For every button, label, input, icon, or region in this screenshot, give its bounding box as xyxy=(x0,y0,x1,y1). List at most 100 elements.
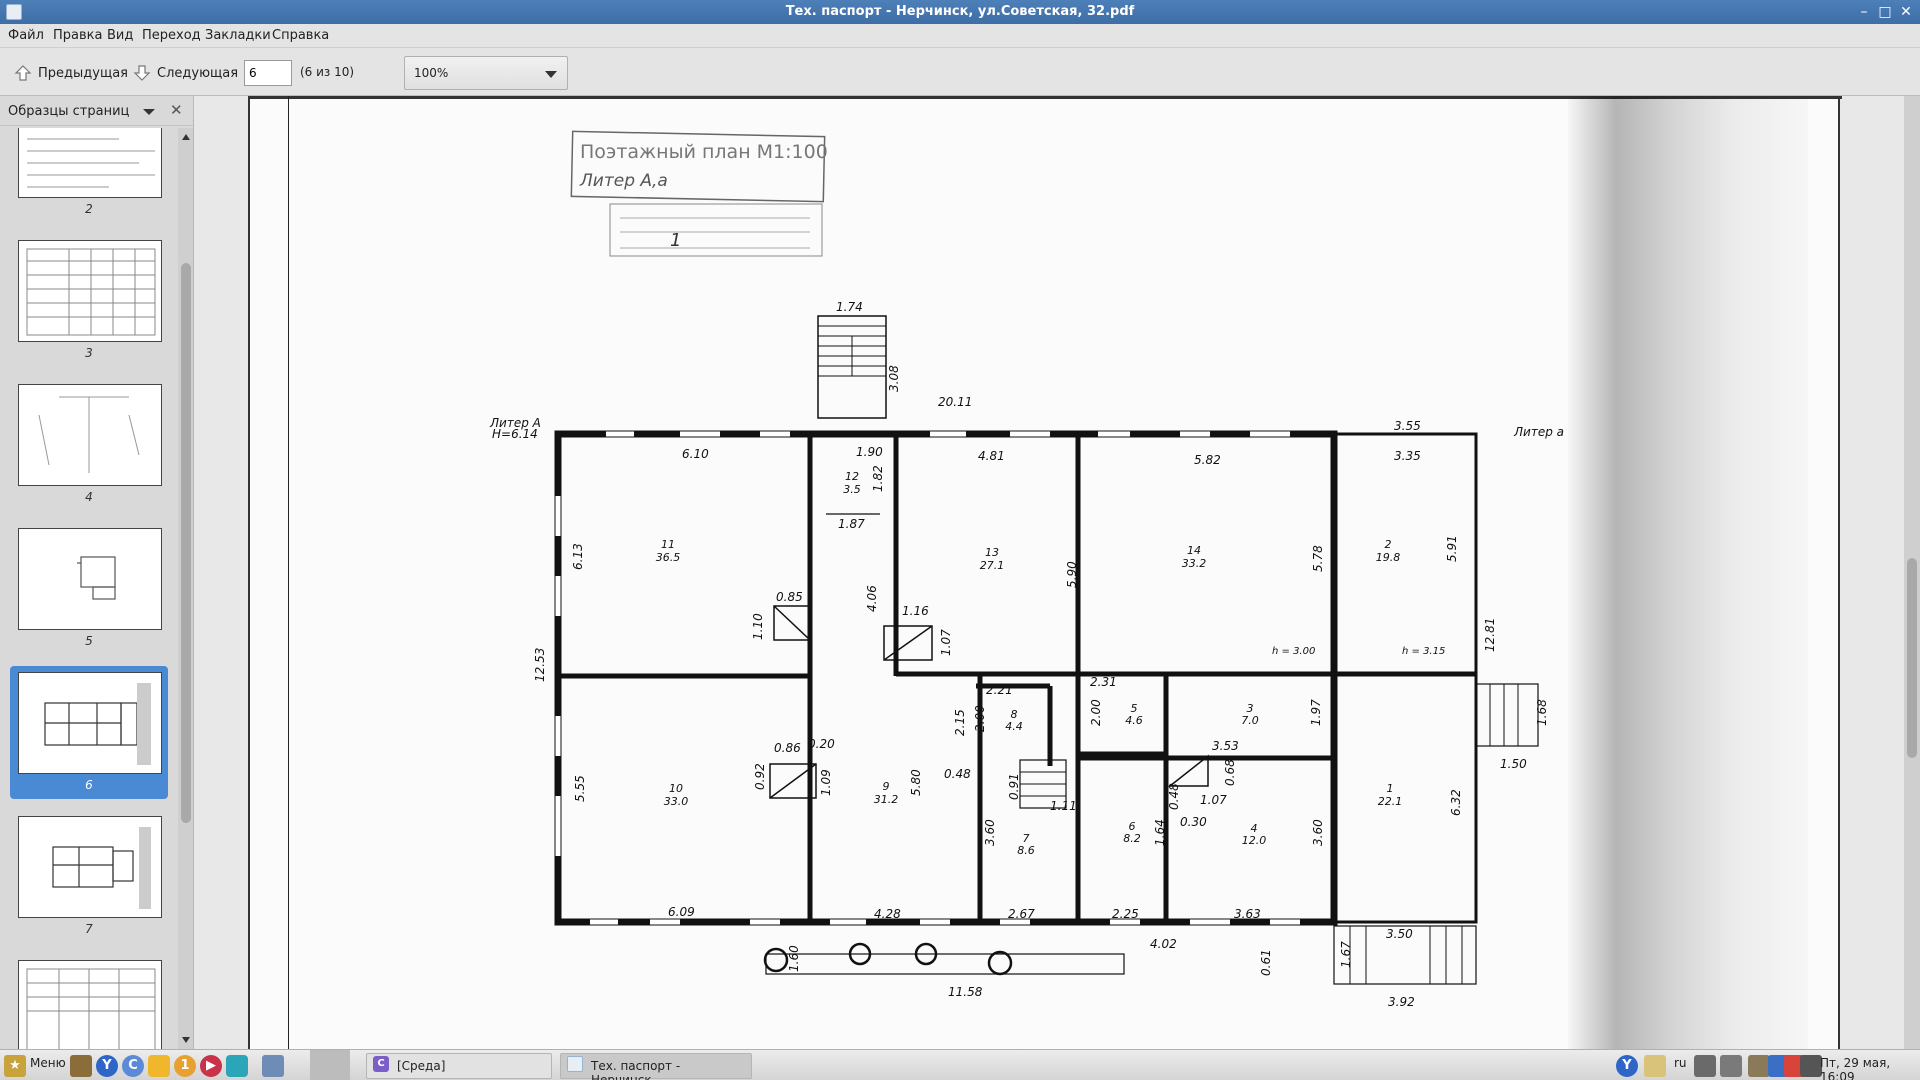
dim-label: 1.90 xyxy=(856,445,883,459)
room-area: 4.6 xyxy=(1125,714,1143,727)
dim-label: 5.82 xyxy=(1194,453,1221,467)
thumbnail-page-2[interactable]: 2 xyxy=(10,128,168,223)
dim-label: 2.00 xyxy=(973,705,987,732)
dim-label: 5.90 xyxy=(1065,561,1079,588)
room-area: 12.0 xyxy=(1242,834,1267,847)
dim-label: 1.64 xyxy=(1153,819,1167,846)
menu-bookmarks[interactable]: Закладки xyxy=(205,28,271,43)
network-icon[interactable] xyxy=(1694,1055,1716,1077)
sidebar-dropdown-icon[interactable] xyxy=(143,109,155,115)
workspace-switcher[interactable] xyxy=(310,1050,350,1080)
notes-icon[interactable] xyxy=(148,1055,170,1077)
dim-label: 0.20 xyxy=(808,737,835,751)
window-title: Тех. паспорт - Нерчинск, ул.Советская, 3… xyxy=(785,4,1135,19)
minimize-button[interactable]: – xyxy=(1855,3,1873,21)
start-menu-label[interactable]: Меню xyxy=(30,1056,66,1070)
thumbnail-image xyxy=(18,672,162,774)
menu-go[interactable]: Переход xyxy=(142,28,201,43)
room-area: 8.2 xyxy=(1123,832,1141,845)
dim-label: 1.07 xyxy=(939,629,953,656)
arrow-up-icon xyxy=(14,65,32,81)
start-menu-icon[interactable]: ★ xyxy=(4,1055,26,1077)
thumbnail-page-7[interactable]: 7 xyxy=(10,810,168,943)
dim-label: 5.55 xyxy=(573,775,587,802)
scrollbar-thumb[interactable] xyxy=(1907,558,1917,758)
room-number: 13 xyxy=(985,546,999,559)
room-number: 9 xyxy=(883,780,890,793)
room-area: 31.2 xyxy=(874,793,899,806)
thumbnail-image xyxy=(18,384,162,486)
thumbnail-page-6[interactable]: 6 xyxy=(10,666,168,799)
close-sidebar-icon[interactable]: ✕ xyxy=(170,101,183,119)
zoom-select[interactable]: 100% xyxy=(404,56,568,90)
yandex-browser-icon[interactable]: Y xyxy=(96,1055,118,1077)
thumbnail-page-8[interactable] xyxy=(10,954,168,1049)
room-number: 11 xyxy=(661,538,675,551)
menu-edit[interactable]: Правка xyxy=(53,28,102,43)
volume-icon[interactable] xyxy=(1720,1055,1742,1077)
stamp-number: 1 xyxy=(670,230,681,251)
thumbnail-image xyxy=(18,960,162,1049)
previous-page-label: Предыдущая xyxy=(38,65,128,81)
app-c-icon: C xyxy=(373,1056,389,1072)
sidebar-scrollbar[interactable] xyxy=(178,128,193,1049)
next-page-button[interactable]: Следующая xyxy=(133,62,238,84)
scroll-up-icon[interactable] xyxy=(182,134,190,140)
window-titlebar: Тех. паспорт - Нерчинск, ул.Советская, 3… xyxy=(0,0,1920,24)
menu-file[interactable]: Файл xyxy=(8,28,44,43)
stamp-liter: Литер А,а xyxy=(579,171,668,191)
chromium-icon[interactable]: C xyxy=(122,1055,144,1077)
dim-label: 4.02 xyxy=(1150,937,1177,951)
dim-label: 0.91 xyxy=(1007,773,1021,800)
scrollbar-thumb[interactable] xyxy=(181,263,191,823)
hand-tool-icon[interactable] xyxy=(226,1055,248,1077)
file-manager-icon[interactable] xyxy=(70,1055,92,1077)
taskbar-task-sreda[interactable]: C [Среда] xyxy=(366,1053,552,1079)
room-area: 22.1 xyxy=(1378,795,1403,808)
dim-label: 3.35 xyxy=(1394,449,1421,463)
dim-label: 3.63 xyxy=(1234,907,1261,921)
room-number: 2 xyxy=(1385,538,1392,551)
thumbnail-page-3[interactable]: 3 xyxy=(10,234,168,367)
close-button[interactable]: ✕ xyxy=(1897,3,1915,21)
show-desktop-icon[interactable] xyxy=(262,1055,284,1077)
menu-help[interactable]: Справка xyxy=(272,28,329,43)
previous-page-button[interactable]: Предыдущая xyxy=(14,62,128,84)
dim-label: 1.82 xyxy=(871,465,885,492)
dim-label: 3.60 xyxy=(1311,819,1325,846)
maximize-button[interactable]: □ xyxy=(1876,3,1894,21)
dim-label: h = 3.00 xyxy=(1272,646,1315,657)
dim-label: 3.53 xyxy=(1212,739,1239,753)
dim-label: 5.80 xyxy=(909,769,923,796)
menu-view[interactable]: Вид xyxy=(107,28,133,43)
clipboard-icon[interactable] xyxy=(1748,1055,1770,1077)
document-scrollbar[interactable] xyxy=(1904,96,1920,1049)
1c-icon[interactable]: 1 xyxy=(174,1055,196,1077)
dim-label: 0.92 xyxy=(753,763,767,790)
page-number-input[interactable] xyxy=(244,60,292,86)
room-area: 19.8 xyxy=(1376,551,1401,564)
document-viewer[interactable]: Поэтажный план М1:100 Литер А,а 1 Литер … xyxy=(194,96,1920,1049)
dim-label: 2.67 xyxy=(1008,907,1035,921)
dim-label: 3.92 xyxy=(1388,995,1415,1009)
dim-label: 1.11 xyxy=(1050,799,1077,813)
dim-label: 3.50 xyxy=(1386,927,1413,941)
clock[interactable]: Пт, 29 мая, 16:09 xyxy=(1820,1056,1920,1080)
dim-label: 0.48 xyxy=(1167,783,1181,810)
display-icon[interactable] xyxy=(1800,1055,1822,1077)
taskbar-task-pdf[interactable]: Тех. паспорт - Нерчинск, ... xyxy=(560,1053,752,1080)
room-number: 1 xyxy=(1387,782,1394,795)
yandex-tray-icon[interactable]: Y xyxy=(1616,1055,1638,1077)
keyboard-layout[interactable]: ru xyxy=(1674,1056,1687,1070)
thumbnail-page-5[interactable]: 5 xyxy=(10,522,168,655)
room-number: 12 xyxy=(845,470,859,483)
dim-label: h = 3.15 xyxy=(1402,646,1445,657)
thumbnail-page-4[interactable]: 4 xyxy=(10,378,168,511)
scroll-down-icon[interactable] xyxy=(182,1037,190,1043)
floor-plan: Поэтажный план М1:100 Литер А,а 1 Литер … xyxy=(489,130,1564,1009)
menu-bar: Файл Правка Вид Переход Закладки Справка xyxy=(0,24,1920,48)
dim-label: 12.53 xyxy=(533,648,547,682)
media-player-icon[interactable]: ▶ xyxy=(200,1055,222,1077)
tray-app-icon[interactable] xyxy=(1644,1055,1666,1077)
dim-label: 0.48 xyxy=(944,767,971,781)
